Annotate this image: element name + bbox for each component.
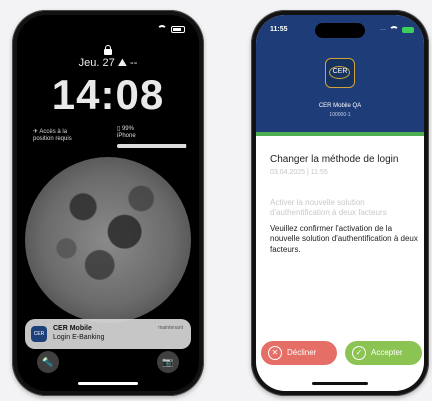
app-id: 100000-1 <box>329 112 351 118</box>
lock-date: Jeu. 27 ⛰ -- <box>78 57 138 69</box>
location-widget-label: ✈ Accès à la position requis <box>33 129 72 143</box>
wifi-icon <box>157 25 167 33</box>
moon-wallpaper <box>25 157 191 323</box>
phone-lock-screen: Jeu. 27 ⛰ -- 14:08 ✈ Accès à la position… <box>12 10 204 396</box>
home-indicator[interactable] <box>312 382 368 385</box>
check-icon: ✓ <box>352 346 366 360</box>
logo-text: CER <box>332 68 348 75</box>
signal-icon: ··· <box>380 27 386 33</box>
camera-icon: 📷 <box>162 357 174 367</box>
page-title: Changer la méthode de login <box>270 154 399 165</box>
battery-icon <box>171 25 185 33</box>
battery-percent: 99% <box>121 126 134 132</box>
battery-widget[interactable]: ▯ 99% iPhone <box>117 126 136 140</box>
app-header: 11:55 ··· CER CER Mobile QA 100000-1 <box>256 15 424 132</box>
app-screen: 11:55 ··· CER CER Mobile QA 100000-1 Cha… <box>256 15 424 391</box>
dynamic-island <box>80 23 136 39</box>
home-indicator[interactable] <box>78 382 138 385</box>
lock-time: 14:08 <box>51 71 165 118</box>
phone-app-screen: 11:55 ··· CER CER Mobile QA 100000-1 Cha… <box>251 10 429 396</box>
camera-button[interactable]: 📷 <box>157 351 179 373</box>
confirmation-text: Veuillez confirmer l'activation de la no… <box>270 224 418 254</box>
battery-device: iPhone <box>117 133 136 140</box>
battery-icon <box>402 27 414 33</box>
dynamic-island <box>315 23 365 38</box>
progress-bar <box>256 132 424 136</box>
status-time: 11:55 <box>270 26 288 33</box>
location-access-widget[interactable]: ✈ Accès à la position requis <box>33 129 72 143</box>
decline-label: Décliner <box>287 348 317 357</box>
notification-time: maintenant <box>158 325 183 331</box>
notification-body: Login E-Banking <box>53 334 105 341</box>
cer-app-icon: CER <box>31 326 47 342</box>
padlock-icon <box>104 45 112 55</box>
accept-label: Accepter <box>371 348 403 357</box>
faded-description: Activer la nouvelle solution d'authentif… <box>270 198 387 218</box>
decline-button[interactable]: ✕ Décliner <box>261 341 337 365</box>
push-notification[interactable]: CER CER Mobile Login E-Banking maintenan… <box>25 319 191 349</box>
status-bar-icons <box>157 25 185 33</box>
lock-screen: Jeu. 27 ⛰ -- 14:08 ✈ Accès à la position… <box>17 15 199 391</box>
app-name: CER Mobile QA <box>318 103 362 109</box>
cer-logo: CER <box>325 58 355 88</box>
accept-button[interactable]: ✓ Accepter <box>345 341 422 365</box>
battery-level-fill <box>117 144 187 148</box>
flashlight-icon: 🔦 <box>42 357 54 367</box>
request-timestamp: 03.04.2025 | 11:55 <box>270 169 328 176</box>
progress-fill <box>256 132 424 136</box>
flashlight-button[interactable]: 🔦 <box>37 351 59 373</box>
status-bar-icons: ··· <box>380 26 414 34</box>
notification-title: CER Mobile <box>53 325 92 332</box>
close-icon: ✕ <box>268 346 282 360</box>
battery-level-bar <box>117 144 187 148</box>
wifi-icon <box>389 26 399 34</box>
